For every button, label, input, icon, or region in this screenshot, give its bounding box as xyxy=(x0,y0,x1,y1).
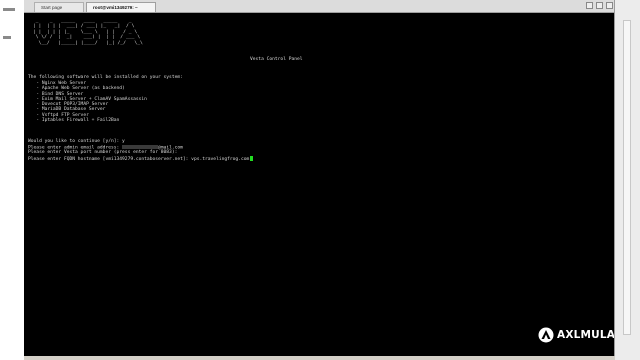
close-icon[interactable] xyxy=(606,2,613,9)
left-panel xyxy=(0,0,25,360)
right-panel xyxy=(614,0,640,360)
tab-terminal[interactable]: root@vmi1349279: ~ xyxy=(86,2,156,12)
continue-prompt: Would you like to continue [y/n]: y xyxy=(28,139,125,144)
left-panel-marker xyxy=(3,36,11,39)
terminal-window[interactable]: _ _ _____ ____ _____ _ | | | | | ___| / … xyxy=(24,13,615,356)
tab-bar: Start page root@vmi1349279: ~ xyxy=(24,0,615,13)
watermark: AXLMULAT.COM xyxy=(538,326,615,346)
maximize-icon[interactable] xyxy=(596,2,603,9)
minimize-icon[interactable] xyxy=(586,2,593,9)
watermark-text: AXLMULAT.COM xyxy=(557,329,615,341)
software-list: - Nginx Web Server - Apache Web Server (… xyxy=(28,81,147,123)
fqdn-prompt[interactable]: Please enter FQDN hostname [vmi1349279.c… xyxy=(28,155,254,162)
scrollbar[interactable] xyxy=(623,20,631,335)
watermark-logo-icon xyxy=(538,327,554,343)
left-panel-marker xyxy=(3,8,15,11)
port-prompt: Please enter Vesta port number (press en… xyxy=(28,150,178,155)
redacted-email xyxy=(122,144,159,149)
fqdn-prompt-text: Please enter FQDN hostname [vmi1349279.c… xyxy=(28,156,250,162)
software-item: - Iptables Firewall + Fail2Ban xyxy=(28,118,120,124)
terminal-subtitle: Vesta Control Panel xyxy=(250,57,303,62)
terminal-cursor xyxy=(250,155,254,161)
vesta-ascii-logo: _ _ _____ ____ _____ _ | | | | | ___| / … xyxy=(32,19,143,46)
tab-start-page[interactable]: Start page xyxy=(34,2,84,12)
bottom-border xyxy=(24,356,615,360)
intro-line: The following software will be installed… xyxy=(28,75,183,80)
